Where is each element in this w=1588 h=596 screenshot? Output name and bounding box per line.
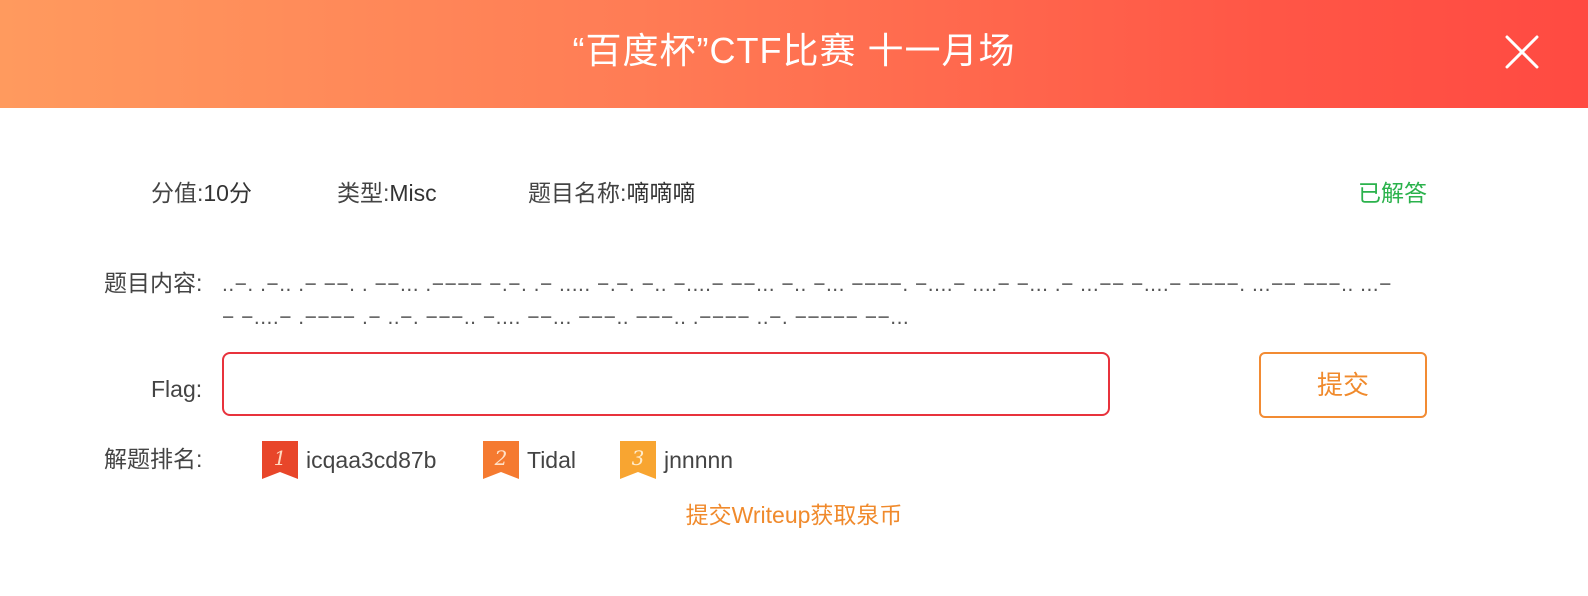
score-value: 10分	[203, 180, 252, 206]
close-icon	[1505, 35, 1539, 69]
rank-3-name: jnnnnn	[664, 447, 734, 473]
writeup-link[interactable]: 提交Writeup获取泉币	[0, 498, 1588, 532]
challenge-modal: “百度杯”CTF比赛 十一月场 分值:10分 类型:Misc 题目名称:嘀嘀嘀 …	[0, 0, 1588, 596]
type-label: 类型:	[337, 180, 390, 206]
rank-2-badge-icon: 2	[483, 441, 519, 479]
submit-button[interactable]: 提交	[1259, 352, 1427, 418]
name-label: 题目名称:	[528, 180, 627, 206]
rank-1-number: 1	[274, 446, 287, 470]
challenge-content: ..−. .−.. .− −−. . −−... .−−−− −.−. .− .…	[222, 273, 1392, 329]
ranking-label: 解题排名:	[104, 446, 203, 472]
rank-1-badge-icon: 1	[262, 441, 298, 479]
type-info: 类型:Misc	[337, 176, 437, 210]
name-value: 嘀嘀嘀	[626, 180, 696, 206]
flag-input[interactable]	[222, 352, 1110, 416]
content-label: 题目内容:	[104, 270, 203, 296]
flag-label: Flag:	[151, 376, 203, 402]
name-info: 题目名称:嘀嘀嘀	[528, 176, 695, 210]
rank-1-name: icqaa3cd87b	[306, 447, 437, 473]
status-badge: 已解答	[1358, 180, 1427, 206]
rank-3-badge-icon: 3	[620, 441, 656, 479]
type-value: Misc	[389, 180, 437, 206]
rank-2-name: Tidal	[527, 447, 576, 473]
modal-title: “百度杯”CTF比赛 十一月场	[572, 30, 1016, 71]
close-button[interactable]	[1502, 32, 1542, 72]
ranking-item: 3 jnnnnn	[620, 440, 733, 480]
ranking-item: 1 icqaa3cd87b	[262, 440, 436, 480]
score-info: 分值:10分	[151, 176, 252, 210]
score-label: 分值:	[151, 180, 204, 206]
rank-2-number: 2	[494, 446, 508, 470]
rank-3-number: 3	[632, 446, 645, 470]
ranking-item: 2 Tidal	[483, 440, 576, 480]
modal-header: “百度杯”CTF比赛 十一月场	[0, 0, 1588, 108]
